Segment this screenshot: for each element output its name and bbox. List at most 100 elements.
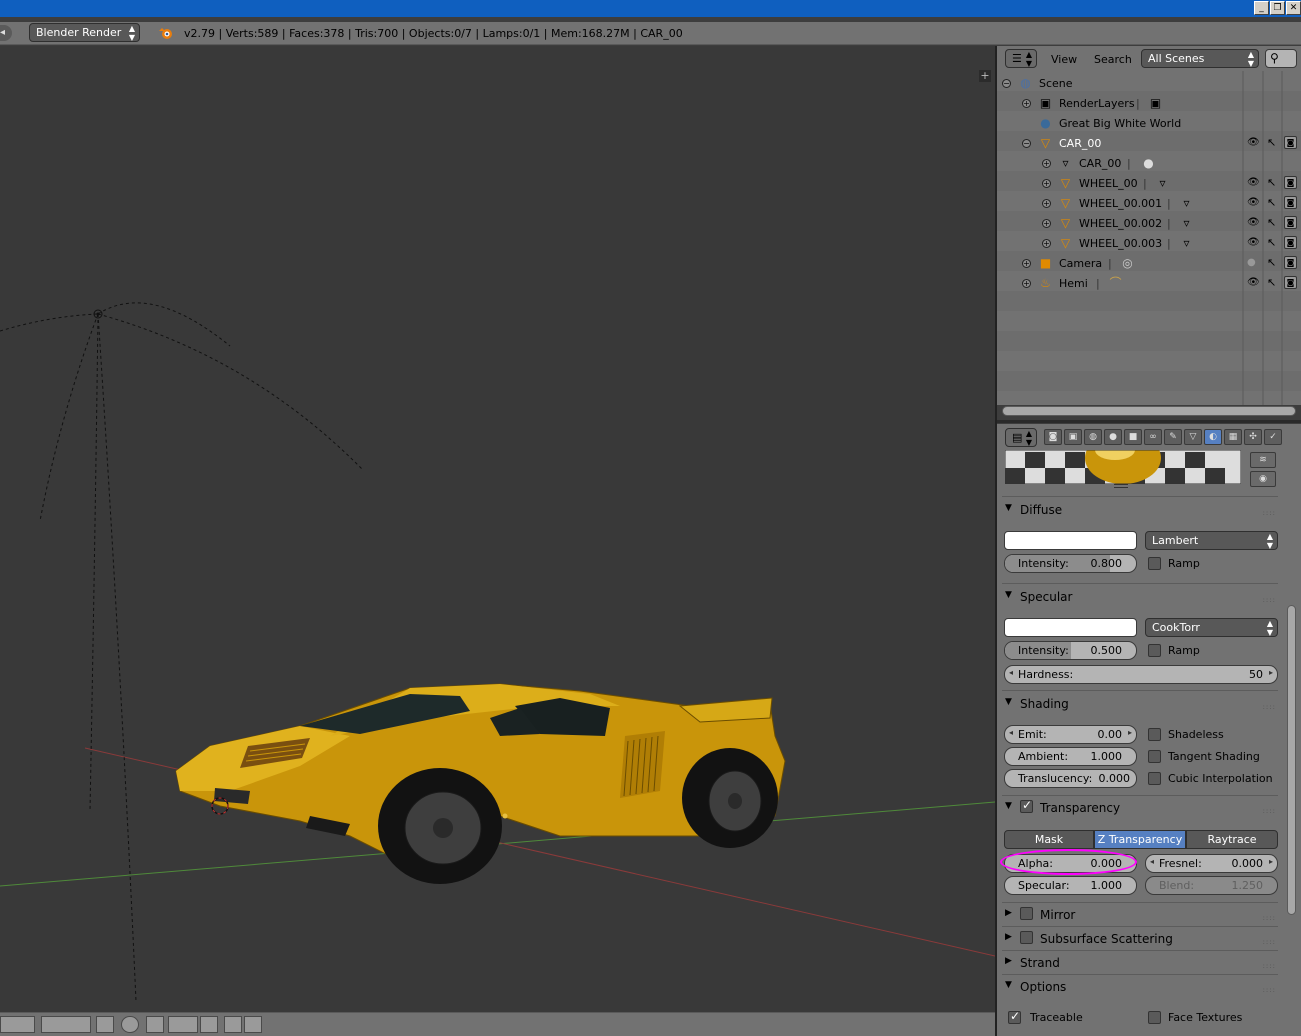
visibility-eye-icon[interactable]: 👁: [1247, 277, 1260, 288]
mirror-panel-header[interactable]: ▶ Mirror ::::: [1002, 905, 1278, 927]
expand-icon[interactable]: +: [1042, 179, 1051, 188]
car-model[interactable]: [175, 683, 786, 884]
close-button[interactable]: ✕: [1286, 1, 1301, 15]
decrement-arrow-icon[interactable]: ◂: [1009, 728, 1013, 737]
checkbox-box[interactable]: [1008, 1009, 1021, 1024]
opengl-animation-icon[interactable]: [244, 1016, 262, 1033]
search-menu[interactable]: Search: [1094, 53, 1132, 66]
renderable-camera-icon[interactable]: ◙: [1284, 236, 1297, 249]
checkbox-box[interactable]: [1148, 772, 1161, 785]
object-tab-icon[interactable]: ■: [1124, 429, 1142, 445]
expand-icon[interactable]: +: [1022, 99, 1031, 108]
expand-icon[interactable]: +: [1022, 279, 1031, 288]
outliner-row-camera[interactable]: + ■ Camera | ◎ ● ↖ ◙: [997, 254, 1301, 274]
expand-icon[interactable]: +: [1042, 219, 1051, 228]
render-layer-icon[interactable]: [121, 1016, 139, 1033]
transparency-panel-header[interactable]: ▼ Transparency ::::: [1002, 798, 1278, 820]
scene-tab-icon[interactable]: ◍: [1084, 429, 1102, 445]
checkbox-box[interactable]: [1020, 931, 1033, 944]
particles-tab-icon[interactable]: ✣: [1244, 429, 1262, 445]
checkbox-box[interactable]: [1148, 644, 1161, 657]
collapse-icon[interactable]: −: [1002, 79, 1011, 88]
snap-icon[interactable]: [146, 1016, 164, 1033]
view-menu[interactable]: View: [1051, 53, 1077, 66]
selectable-cursor-icon[interactable]: ↖: [1267, 136, 1276, 149]
strand-panel-header[interactable]: ▶ Strand ::::: [1002, 953, 1278, 975]
drag-grip-icon[interactable]: ::::: [1263, 807, 1276, 815]
area-divider-horizontal[interactable]: [997, 420, 1301, 423]
outliner-row-wheel-00[interactable]: + ▽ WHEEL_00 | ▿ 👁 ↖ ◙: [997, 174, 1301, 194]
outliner-row-world[interactable]: ● Great Big White World: [997, 114, 1301, 134]
material-tab-icon[interactable]: ◐: [1204, 429, 1222, 445]
constraints-tab-icon[interactable]: ∞: [1144, 429, 1162, 445]
properties-editor-type-button[interactable]: ▤ ▲ ▼: [1005, 428, 1037, 447]
outliner-row-renderlayers[interactable]: + ▣ RenderLayers | ▣: [997, 94, 1301, 114]
specular-color-swatch[interactable]: [1004, 618, 1137, 637]
emit-field[interactable]: ◂ Emit: 0.00 ▸: [1004, 725, 1137, 744]
physics-tab-icon[interactable]: ✓: [1264, 429, 1282, 445]
transparency-mode-raytrace[interactable]: Raytrace: [1186, 830, 1278, 849]
expand-icon[interactable]: +: [1042, 159, 1051, 168]
visibility-eye-icon[interactable]: 👁: [1247, 177, 1260, 188]
renderable-camera-icon[interactable]: ◙: [1284, 196, 1297, 209]
diffuse-shader-dropdown[interactable]: Lambert ▲ ▼: [1145, 531, 1278, 550]
drag-grip-icon[interactable]: ::::: [1263, 914, 1276, 922]
increment-arrow-icon[interactable]: ▸: [1128, 728, 1132, 737]
expand-icon[interactable]: +: [1042, 199, 1051, 208]
maximize-button[interactable]: ❐: [1270, 1, 1285, 15]
selectable-cursor-icon[interactable]: ↖: [1267, 276, 1276, 289]
drag-grip-icon[interactable]: ::::: [1263, 509, 1276, 517]
drag-grip-icon[interactable]: ::::: [1263, 938, 1276, 946]
checkbox-box[interactable]: [1020, 907, 1033, 920]
visibility-eye-icon[interactable]: 👁: [1247, 237, 1260, 248]
selectable-cursor-icon[interactable]: ↖: [1267, 216, 1276, 229]
hardness-field[interactable]: ◂ Hardness: 50 ▸: [1004, 665, 1278, 684]
diffuse-panel-header[interactable]: ▼ Diffuse ::::: [1002, 500, 1278, 522]
selectable-cursor-icon[interactable]: ↖: [1267, 196, 1276, 209]
decrement-arrow-icon[interactable]: ◂: [1150, 857, 1154, 866]
visibility-eye-icon[interactable]: 👁: [1247, 217, 1260, 228]
preview-type-icon[interactable]: ≋: [1250, 452, 1276, 468]
hemi-lamp[interactable]: [0, 302, 363, 1002]
selectable-cursor-icon[interactable]: ↖: [1267, 256, 1276, 269]
expand-icon[interactable]: +: [1042, 239, 1051, 248]
specular-intensity-slider[interactable]: Intensity: 0.500: [1004, 641, 1137, 660]
material-properties[interactable]: ≋ ◉ ▼ Diffuse :::: Lambert ▲ ▼ Intensity:…: [997, 449, 1301, 1036]
options-panel-header[interactable]: ▼ Options ::::: [1002, 977, 1278, 999]
transparency-specular-slider[interactable]: Specular: 1.000: [1004, 876, 1137, 895]
outliner-scrollbar[interactable]: [1002, 406, 1296, 416]
renderable-camera-icon[interactable]: ◙: [1284, 276, 1297, 289]
3d-viewport[interactable]: +: [0, 46, 995, 1012]
search-field[interactable]: ⚲: [1265, 49, 1297, 68]
selectable-cursor-icon[interactable]: ↖: [1267, 176, 1276, 189]
outliner-row-car-mesh[interactable]: + ▿ CAR_00 | ●: [997, 154, 1301, 174]
renderable-camera-icon[interactable]: ◙: [1284, 256, 1297, 269]
drag-grip-icon[interactable]: ::::: [1263, 596, 1276, 604]
outliner-row-scene[interactable]: − ◍ Scene: [997, 74, 1301, 94]
render-layers-tab-icon[interactable]: ▣: [1064, 429, 1082, 445]
diffuse-color-swatch[interactable]: [1004, 531, 1137, 550]
outliner-row-wheel-002[interactable]: + ▽ WHEEL_00.002 | ▿ 👁 ↖ ◙: [997, 214, 1301, 234]
render-tab-icon[interactable]: ◙: [1044, 429, 1062, 445]
renderable-camera-icon[interactable]: ◙: [1284, 136, 1297, 149]
checkbox-box[interactable]: [1148, 557, 1161, 570]
minimize-button[interactable]: _: [1254, 1, 1269, 15]
increment-arrow-icon[interactable]: ▸: [1269, 668, 1273, 677]
preview-world-icon[interactable]: ◉: [1250, 471, 1276, 487]
increment-arrow-icon[interactable]: ▸: [1269, 857, 1273, 866]
snap-target-icon[interactable]: [168, 1016, 198, 1033]
toolshelf-toggle-icon[interactable]: +: [979, 70, 991, 82]
editor-type-icon[interactable]: ◂: [0, 25, 12, 41]
outliner-row-hemi[interactable]: + ♨ Hemi | ⌒ 👁 ↖ ◙: [997, 274, 1301, 294]
proportional-edit-icon[interactable]: [200, 1016, 218, 1033]
transparency-mode-z[interactable]: Z Transparency: [1094, 830, 1186, 849]
selectable-cursor-icon[interactable]: ↖: [1267, 236, 1276, 249]
opengl-render-icon[interactable]: [224, 1016, 242, 1033]
shading-panel-header[interactable]: ▼ Shading ::::: [1002, 694, 1278, 716]
visibility-eye-icon[interactable]: 👁: [1247, 137, 1260, 148]
layer-buttons-2[interactable]: [41, 1016, 91, 1033]
outliner-row-wheel-003[interactable]: + ▽ WHEEL_00.003 | ▿ 👁 ↖ ◙: [997, 234, 1301, 254]
preview-resize-handle[interactable]: [1114, 484, 1128, 488]
drag-grip-icon[interactable]: ::::: [1263, 703, 1276, 711]
expand-icon[interactable]: +: [1022, 259, 1031, 268]
